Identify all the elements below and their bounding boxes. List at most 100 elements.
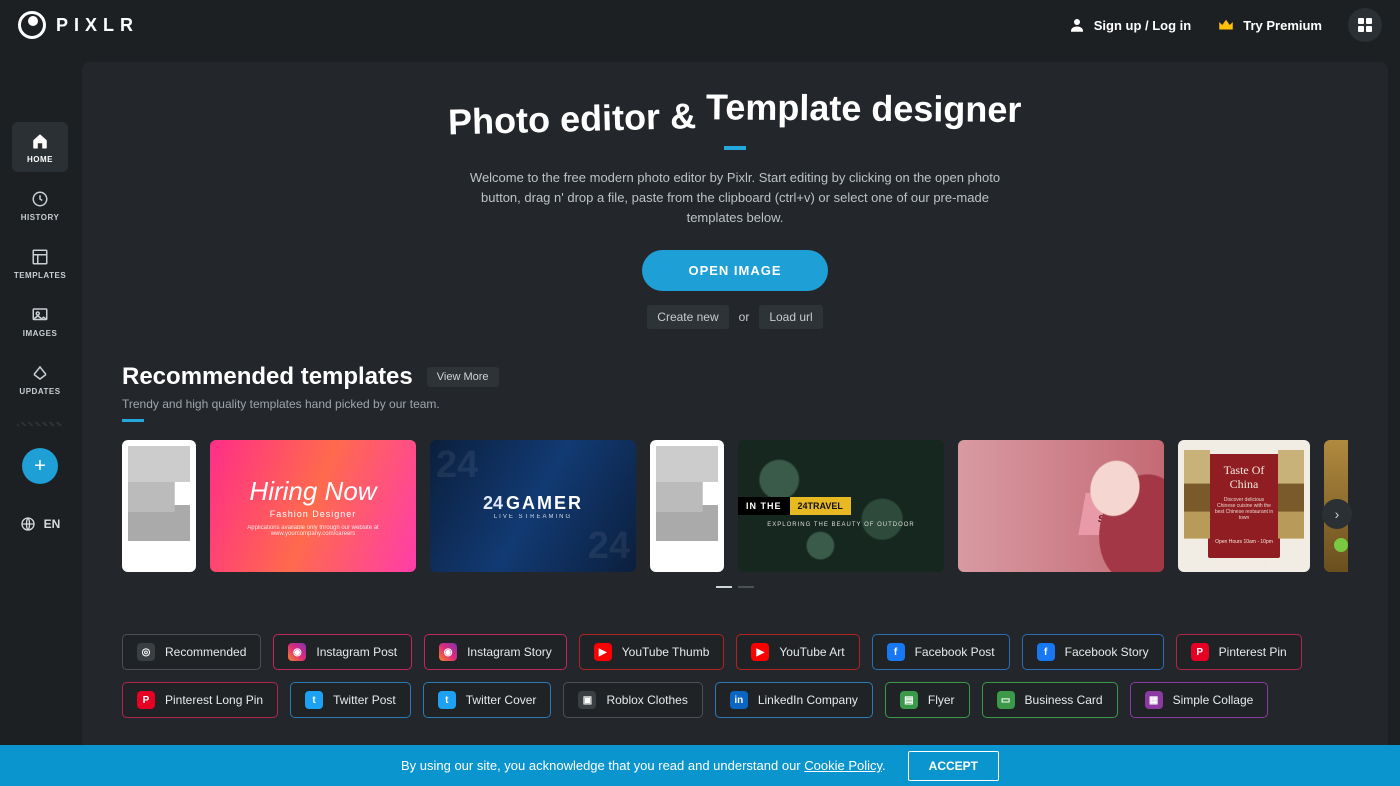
category-icon: t: [305, 691, 323, 709]
hero: Photo editor & Template designer Welcome…: [82, 62, 1388, 353]
category-label: Instagram Story: [467, 645, 552, 659]
sidebar-label: IMAGES: [23, 329, 58, 338]
category-pill-twc[interactable]: t Twitter Cover: [423, 682, 552, 718]
recommended-section: Recommended templates View More Trendy a…: [82, 353, 1388, 610]
category-icon: ▤: [900, 691, 918, 709]
images-icon: [31, 306, 49, 324]
template-card[interactable]: Taste Of China Discover delicious Chines…: [1178, 440, 1310, 572]
view-more-button[interactable]: View More: [427, 367, 499, 387]
carousel-dot[interactable]: [738, 586, 754, 588]
sidebar-item-updates[interactable]: UPDATES: [12, 354, 68, 404]
category-pill-pin[interactable]: P Pinterest Pin: [1176, 634, 1302, 670]
sidebar-item-images[interactable]: IMAGES: [12, 296, 68, 346]
cookie-policy-link[interactable]: Cookie Policy: [804, 758, 882, 773]
or-text: or: [739, 310, 750, 324]
cookie-bar: By using our site, you acknowledge that …: [0, 745, 1400, 786]
premium-label: Try Premium: [1243, 18, 1322, 33]
hero-description: Welcome to the free modern photo editor …: [455, 168, 1015, 228]
category-icon: ◉: [439, 643, 457, 661]
language-label: EN: [44, 517, 61, 531]
cookie-text: By using our site, you acknowledge that …: [401, 758, 886, 773]
category-icon: ▭: [997, 691, 1015, 709]
category-pill-fly[interactable]: ▤ Flyer: [885, 682, 970, 718]
sidebar-item-history[interactable]: HISTORY: [12, 180, 68, 230]
template-card[interactable]: 24 24 24 GAMER LIVE STREAMING: [430, 440, 636, 572]
template-card[interactable]: Hiring Now Fashion Designer Applications…: [210, 440, 416, 572]
templates-icon: [31, 248, 49, 266]
category-pill-ytt[interactable]: ▶YouTube Thumb: [579, 634, 725, 670]
category-pill-igp[interactable]: ◉Instagram Post: [273, 634, 412, 670]
category-pill-rec[interactable]: ◎ Recommended: [122, 634, 261, 670]
category-pill-fbs[interactable]: f Facebook Story: [1022, 634, 1164, 670]
crown-icon: [1217, 16, 1235, 34]
hero-sub-actions: Create new or Load url: [122, 305, 1348, 329]
category-label: Twitter Post: [333, 693, 396, 707]
template-card[interactable]: [650, 440, 724, 572]
category-icon: ▦: [1145, 691, 1163, 709]
logo-mark-icon: [18, 11, 46, 39]
category-label: Business Card: [1025, 693, 1103, 707]
carousel-dot[interactable]: [716, 586, 732, 588]
category-icon: f: [1037, 643, 1055, 661]
category-icon: ▣: [578, 691, 596, 709]
category-pill-bc[interactable]: ▭ Business Card: [982, 682, 1118, 718]
carousel-dots: [122, 586, 1348, 588]
sidebar-item-home[interactable]: HOME: [12, 122, 68, 172]
category-pill-rbx[interactable]: ▣ Roblox Clothes: [563, 682, 702, 718]
category-label: Pinterest Long Pin: [165, 693, 263, 707]
open-image-button[interactable]: OPEN IMAGE: [642, 250, 827, 291]
category-pill-li[interactable]: inLinkedIn Company: [715, 682, 873, 718]
cookie-accept-button[interactable]: ACCEPT: [908, 751, 999, 781]
category-pill-fbp[interactable]: fFacebook Post: [872, 634, 1010, 670]
category-label: Twitter Cover: [466, 693, 537, 707]
user-icon: [1068, 16, 1086, 34]
category-label: Facebook Post: [915, 645, 995, 659]
category-icon: ▶: [751, 643, 769, 661]
category-label: YouTube Art: [779, 645, 844, 659]
top-right: Sign up / Log in Try Premium: [1068, 8, 1382, 42]
plus-icon: +: [34, 455, 46, 478]
signup-login-link[interactable]: Sign up / Log in: [1068, 16, 1191, 34]
template-card[interactable]: AKA SALOON: [958, 440, 1164, 572]
apps-menu-button[interactable]: [1348, 8, 1382, 42]
language-switcher[interactable]: EN: [20, 516, 61, 532]
history-icon: [31, 190, 49, 208]
category-icon: ◉: [288, 643, 306, 661]
category-icon: in: [730, 691, 748, 709]
category-label: Facebook Story: [1065, 645, 1149, 659]
category-label: Roblox Clothes: [606, 693, 687, 707]
sidebar-item-templates[interactable]: TEMPLATES: [12, 238, 68, 288]
category-pill-igs[interactable]: ◉ Instagram Story: [424, 634, 567, 670]
signup-label: Sign up / Log in: [1094, 18, 1191, 33]
sidebar-divider: [17, 422, 63, 426]
category-pill-twp[interactable]: t Twitter Post: [290, 682, 411, 718]
template-card[interactable]: [122, 440, 196, 572]
new-project-fab[interactable]: +: [22, 448, 58, 484]
apps-grid-icon: [1358, 18, 1372, 32]
logo[interactable]: PIXLR: [18, 11, 139, 39]
category-label: Flyer: [928, 693, 955, 707]
category-pill-pinl[interactable]: PPinterest Long Pin: [122, 682, 278, 718]
section-subtitle: Trendy and high quality templates hand p…: [122, 397, 1348, 411]
section-underline: [122, 419, 144, 422]
try-premium-link[interactable]: Try Premium: [1217, 16, 1322, 34]
template-card[interactable]: IN THE 24TRAVEL EXPLORING THE BEAUTY OF …: [738, 440, 944, 572]
sidebar-label: TEMPLATES: [14, 271, 66, 280]
category-icon: ◎: [137, 643, 155, 661]
category-pill-yta[interactable]: ▶ YouTube Art: [736, 634, 859, 670]
category-icon: t: [438, 691, 456, 709]
category-icon: P: [1191, 643, 1209, 661]
sidebar-label: HISTORY: [21, 213, 60, 222]
category-pill-col[interactable]: ▦Simple Collage: [1130, 682, 1269, 718]
sidebar-label: HOME: [27, 155, 53, 164]
load-url-button[interactable]: Load url: [759, 305, 822, 329]
category-icon: ▶: [594, 643, 612, 661]
sidebar-label: UPDATES: [19, 387, 60, 396]
template-carousel: Hiring Now Fashion Designer Applications…: [122, 440, 1348, 588]
create-new-button[interactable]: Create new: [647, 305, 728, 329]
chevron-right-icon: ›: [1335, 506, 1340, 522]
category-label: Recommended: [165, 645, 246, 659]
sidebar: HOME HISTORY TEMPLATES IMAGES UPDATES + …: [0, 50, 80, 786]
category-label: Pinterest Pin: [1219, 645, 1287, 659]
carousel-next-button[interactable]: ›: [1322, 499, 1352, 529]
